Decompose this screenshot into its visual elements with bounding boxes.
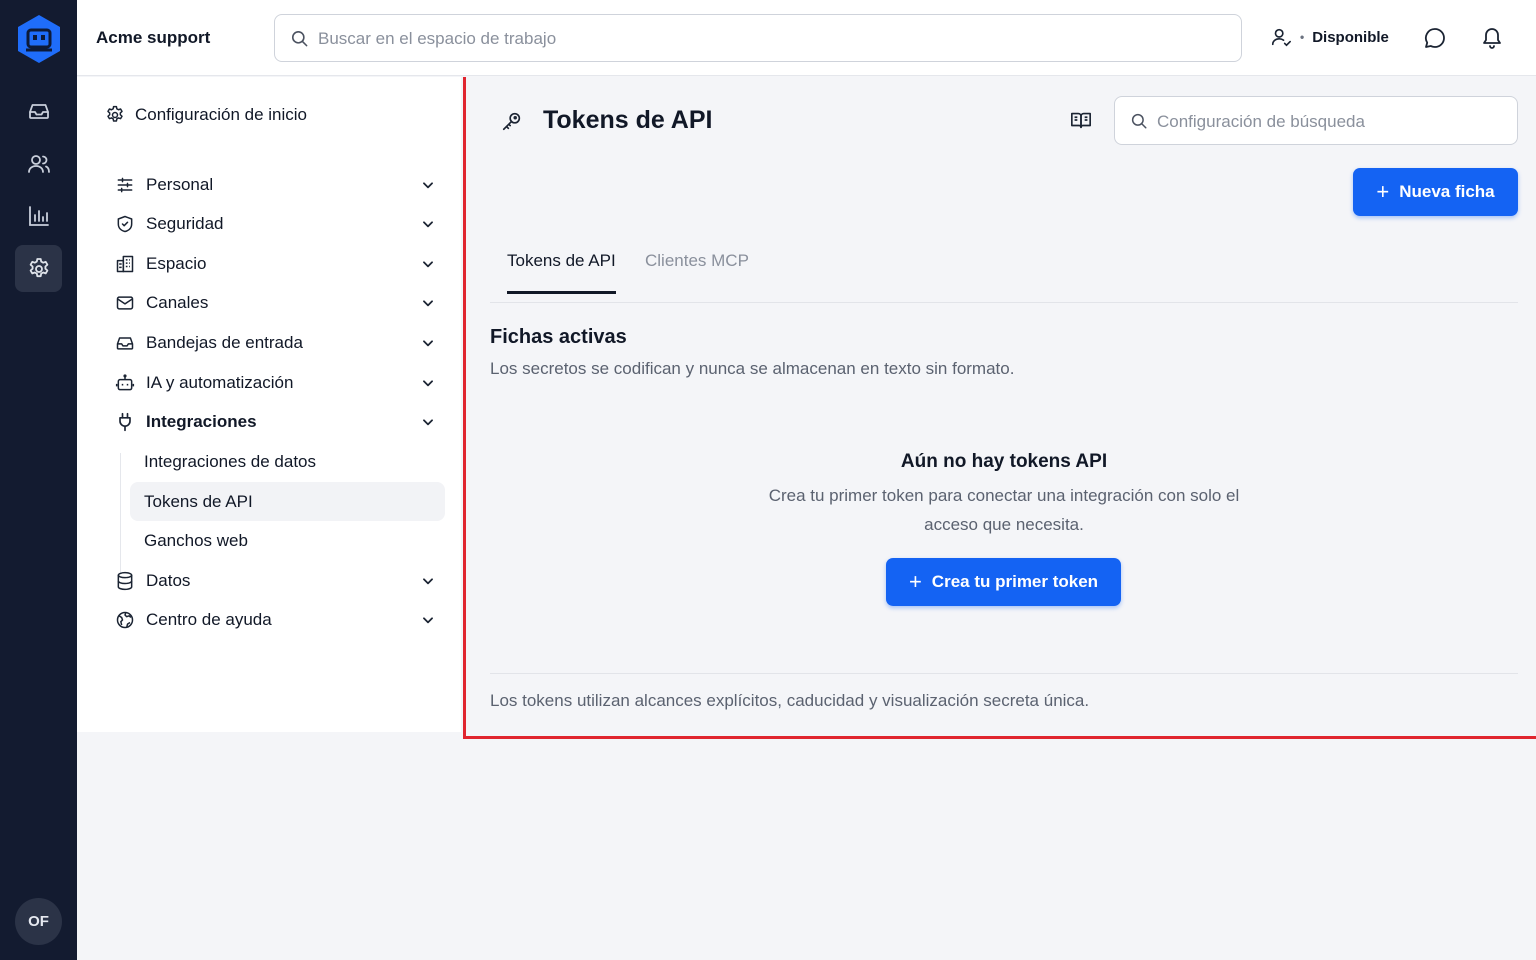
bot-icon <box>115 374 135 391</box>
footer-divider <box>490 673 1518 674</box>
bell-icon[interactable] <box>1480 26 1504 50</box>
key-icon <box>502 112 521 131</box>
chevron-down-icon <box>423 617 433 624</box>
new-token-label: Nueva ficha <box>1399 182 1495 201</box>
page-title: Tokens de API <box>543 106 713 134</box>
sidebar-item-label: Seguridad <box>146 214 224 233</box>
workspace-name[interactable]: Acme support <box>96 28 210 48</box>
global-search-input[interactable]: Buscar en el espacio de trabajo <box>274 14 1242 62</box>
chevron-down-icon <box>423 419 433 426</box>
plus-icon: + <box>1376 179 1390 204</box>
chevron-down-icon <box>423 300 433 307</box>
sidebar-item-label: Datos <box>146 571 191 590</box>
search-icon <box>291 30 308 47</box>
database-icon <box>117 571 133 591</box>
inbox-icon <box>28 103 49 119</box>
sidebar-item-ai-automation[interactable]: IA y automatización <box>115 366 435 400</box>
sidebar-item-label: Canales <box>146 293 209 312</box>
settings-search-input[interactable]: Configuración de búsqueda <box>1114 96 1518 145</box>
sidebar-item-label: Personal <box>146 175 214 194</box>
chevron-down-icon <box>423 340 433 347</box>
chevron-down-icon <box>423 261 433 268</box>
rail-inbox[interactable] <box>15 87 62 134</box>
search-icon <box>1131 113 1147 129</box>
empty-state-title: Aún no hay tokens API <box>900 451 1108 472</box>
sidebar-item-label: IA y automatización <box>146 373 294 392</box>
sidebar-item-integrations[interactable]: Integraciones <box>115 405 435 439</box>
chevron-down-icon <box>423 578 433 585</box>
inbox-icon <box>116 337 134 350</box>
sidebar-item-inboxes[interactable]: Bandejas de entrada <box>115 326 435 360</box>
search-placeholder: Buscar en el espacio de trabajo <box>318 29 557 48</box>
empty-state-description: Crea tu primer token para conectar una i… <box>768 486 1240 534</box>
shield-icon <box>117 215 133 233</box>
rail-contacts[interactable] <box>15 140 62 187</box>
top-bar: Acme support Buscar en el espacio de tra… <box>77 0 1536 76</box>
plug-icon <box>119 412 131 432</box>
sidebar-item-label: Centro de ayuda <box>146 610 272 629</box>
submenu-guide <box>120 453 121 573</box>
sidebar-item-label: Bandejas de entrada <box>146 333 303 352</box>
sliders-icon <box>117 177 133 193</box>
sidebar-subitem-webhooks[interactable]: Ganchos web <box>130 521 445 560</box>
availability-status[interactable]: • Disponible <box>1270 26 1389 48</box>
token-tabs: Tokens de API Clientes MCP <box>490 249 1518 303</box>
sidebar-item-personal[interactable]: Personal <box>115 168 435 202</box>
create-first-token-label: Crea tu primer token <box>931 572 1099 591</box>
sidebar-subitem-api-tokens[interactable]: Tokens de API <box>130 482 445 521</box>
users-icon <box>27 154 50 173</box>
sidebar-item-security[interactable]: Seguridad <box>115 207 435 241</box>
sidebar-item-label: Integraciones <box>146 412 257 431</box>
api-tokens-panel: Tokens de API Configuración de búsqueda … <box>463 77 1536 739</box>
gear-icon <box>107 105 123 122</box>
new-token-button[interactable]: + Nueva ficha <box>1353 168 1518 216</box>
sidebar-subitem-data-integrations[interactable]: Integraciones de datos <box>130 442 445 481</box>
app-logo-icon[interactable] <box>15 13 63 65</box>
sidebar-item-label: Espacio <box>146 254 207 273</box>
chat-icon[interactable] <box>1423 26 1447 50</box>
status-separator: • <box>1300 30 1305 44</box>
settings-search-placeholder: Configuración de búsqueda <box>1157 112 1365 131</box>
user-avatar[interactable]: OF <box>15 898 62 945</box>
status-label: Disponible <box>1312 28 1389 46</box>
sidebar-item-help-center[interactable]: Centro de ayuda <box>115 603 435 637</box>
mail-icon <box>116 296 134 310</box>
create-first-token-button[interactable]: + Crea tu primer token <box>886 558 1121 606</box>
rail-settings[interactable] <box>15 245 62 292</box>
settings-home-link[interactable]: Configuración de inicio <box>105 105 307 125</box>
building-icon <box>116 255 134 273</box>
footer-note: Los tokens utilizan alcances explícitos,… <box>490 691 1090 710</box>
gear-icon <box>29 257 48 277</box>
tab-api-tokens[interactable]: Tokens de API <box>507 251 616 294</box>
chevron-down-icon <box>423 182 433 189</box>
bar-chart-icon <box>28 205 49 226</box>
chevron-down-icon <box>423 221 433 228</box>
section-title: Fichas activas <box>490 326 627 348</box>
tab-mcp-clients[interactable]: Clientes MCP <box>645 251 749 291</box>
sidebar-item-space[interactable]: Espacio <box>115 247 435 281</box>
user-icon <box>1271 28 1291 47</box>
settings-home-label: Configuración de inicio <box>135 105 307 124</box>
settings-sidebar: Configuración de inicio Personal Segurid… <box>77 77 461 732</box>
book-open-icon[interactable] <box>1070 109 1092 131</box>
chevron-down-icon <box>423 380 433 387</box>
plus-icon: + <box>908 569 922 594</box>
sidebar-item-data[interactable]: Datos <box>115 564 435 598</box>
rail-reports[interactable] <box>15 192 62 239</box>
globe-icon <box>116 611 134 629</box>
section-description: Los secretos se codifican y nunca se alm… <box>490 359 1015 378</box>
app-rail: OF <box>0 0 77 960</box>
sidebar-item-channels[interactable]: Canales <box>115 286 435 320</box>
